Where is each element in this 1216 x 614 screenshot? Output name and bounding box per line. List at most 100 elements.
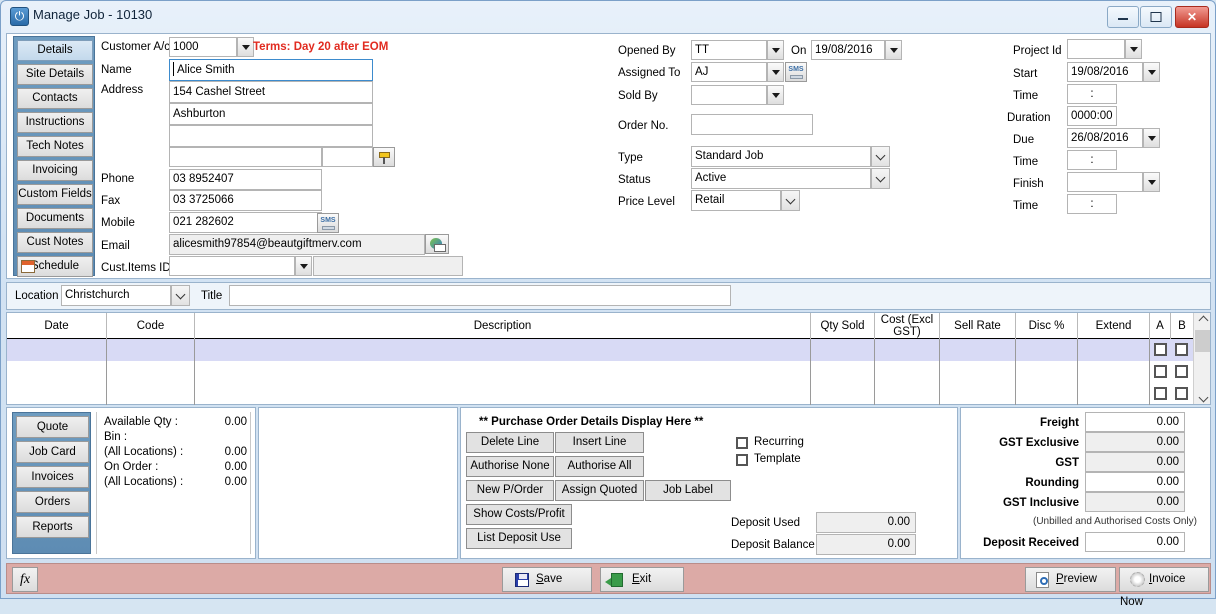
mobile-input[interactable]: 021 282602 [169,212,322,233]
grid-col-a[interactable]: A [1150,313,1171,339]
grid-col-qty-sold[interactable]: Qty Sold [811,313,875,339]
price-level-select[interactable]: Retail [691,190,781,211]
orders-button[interactable]: Orders [16,491,89,513]
finish-date-input[interactable] [1067,172,1143,192]
project-id-dropdown[interactable] [1125,39,1142,59]
grid-col-date[interactable]: Date [7,313,107,339]
sms-assigned-button[interactable]: SMS [785,62,807,82]
cell-qty-sold[interactable] [811,361,875,383]
quote-button[interactable]: Quote [16,416,89,438]
address-city-input[interactable] [169,147,322,167]
rounding-input[interactable]: 0.00 [1085,472,1185,492]
tab-contacts[interactable]: Contacts [17,88,93,109]
invoices-button[interactable]: Invoices [16,466,89,488]
sms-mobile-button[interactable]: SMS [317,213,339,233]
grid-scrollbar[interactable] [1193,313,1210,404]
sold-by-input[interactable] [691,85,767,105]
insert-line-button[interactable]: Insert Line [555,432,644,453]
customer-account-dropdown[interactable] [237,37,254,57]
cell-checkbox-a[interactable] [1154,343,1167,356]
tab-details[interactable]: Details [17,40,93,61]
tab-custom-fields[interactable]: Custom Fields [17,184,93,205]
address-line-2-input[interactable]: Ashburton [169,103,373,125]
grid-col-description[interactable]: Description [195,313,811,339]
cell-qty-sold[interactable] [811,339,875,361]
table-row[interactable] [7,339,1193,361]
recurring-checkbox[interactable] [736,437,748,449]
status-chevron-down-icon[interactable] [871,168,890,189]
cell-description[interactable] [195,339,811,361]
new-porder-button[interactable]: New P/Order [466,480,554,501]
cell-qty-sold[interactable] [811,383,875,405]
project-id-input[interactable] [1067,39,1125,59]
cust-items-id-input[interactable] [169,256,295,276]
scroll-up-icon[interactable] [1194,313,1211,329]
status-select[interactable]: Active [691,168,871,189]
freight-input[interactable]: 0.00 [1085,412,1185,432]
send-email-button[interactable] [425,234,449,254]
grid-col-b[interactable]: B [1171,313,1193,339]
opened-on-date-dropdown[interactable] [885,40,902,60]
tab-cust-notes[interactable]: Cust Notes [17,232,93,253]
assigned-to-dropdown[interactable] [767,62,784,82]
table-row[interactable] [7,361,1193,383]
cell-checkbox-b[interactable] [1175,365,1188,378]
assigned-to-input[interactable]: AJ [691,62,767,82]
cell-checkbox-a[interactable] [1154,365,1167,378]
price-level-chevron-down-icon[interactable] [781,190,800,211]
assign-quoted-button[interactable]: Assign Quoted [555,480,644,501]
cell-code[interactable] [107,339,195,361]
deposit-received-input[interactable]: 0.00 [1085,532,1185,552]
cell-cost[interactable] [875,361,940,383]
cell-sell-rate[interactable] [940,383,1016,405]
invoice-now-button[interactable]: Invoice Now [1119,567,1209,608]
formula-button[interactable]: fx [12,567,38,592]
cell-description[interactable] [195,361,811,383]
customer-account-input[interactable]: 1000 [169,37,237,57]
cell-checkbox-b[interactable] [1175,343,1188,356]
fax-input[interactable]: 03 3725066 [169,190,322,211]
start-date-input[interactable]: 19/08/2016 [1067,62,1143,82]
tab-tech-notes[interactable]: Tech Notes [17,136,93,157]
cell-date[interactable] [7,339,107,361]
cell-date[interactable] [7,361,107,383]
start-date-dropdown[interactable] [1143,62,1160,82]
location-select[interactable]: Christchurch [61,285,171,306]
address-line-1-input[interactable]: 154 Cashel Street [169,81,373,103]
close-button[interactable]: ✕ [1175,6,1209,28]
customer-name-input[interactable]: Alice Smith [169,59,373,81]
country-flag-button[interactable] [373,147,395,167]
delete-line-button[interactable]: Delete Line [466,432,554,453]
cell-disc[interactable] [1016,361,1078,383]
scroll-down-icon[interactable] [1194,388,1211,404]
exit-button[interactable]: Exit [600,567,684,592]
order-no-input[interactable] [691,114,813,135]
due-date-dropdown[interactable] [1143,128,1160,148]
cell-code[interactable] [107,383,195,405]
type-chevron-down-icon[interactable] [871,146,890,167]
duration-input[interactable]: 0000:00 [1067,106,1117,126]
template-checkbox[interactable] [736,454,748,466]
grid-col-sell-rate[interactable]: Sell Rate [940,313,1016,339]
cell-extend[interactable] [1078,383,1150,405]
cell-code[interactable] [107,361,195,383]
list-deposit-use-button[interactable]: List Deposit Use [466,528,572,549]
scrollbar-thumb[interactable] [1195,330,1210,352]
tab-site-details[interactable]: Site Details [17,64,93,85]
maximize-button[interactable] [1140,6,1172,28]
grid-col-disc[interactable]: Disc % [1016,313,1078,339]
save-button[interactable]: Save [502,567,592,592]
email-input[interactable]: alicesmith97854@beautgiftmerv.com [169,234,425,255]
cell-sell-rate[interactable] [940,339,1016,361]
opened-on-date-input[interactable]: 19/08/2016 [811,40,885,60]
due-time-input[interactable]: : [1067,150,1117,170]
cell-sell-rate[interactable] [940,361,1016,383]
grid-col-extend[interactable]: Extend [1078,313,1150,339]
authorise-all-button[interactable]: Authorise All [555,456,644,477]
cell-description[interactable] [195,383,811,405]
start-time-input[interactable]: : [1067,84,1117,104]
job-label-button[interactable]: Job Label [645,480,731,501]
tab-schedule[interactable]: Schedule [17,256,93,277]
show-costs-profit-button[interactable]: Show Costs/Profit [466,504,572,525]
opened-by-dropdown[interactable] [767,40,784,60]
